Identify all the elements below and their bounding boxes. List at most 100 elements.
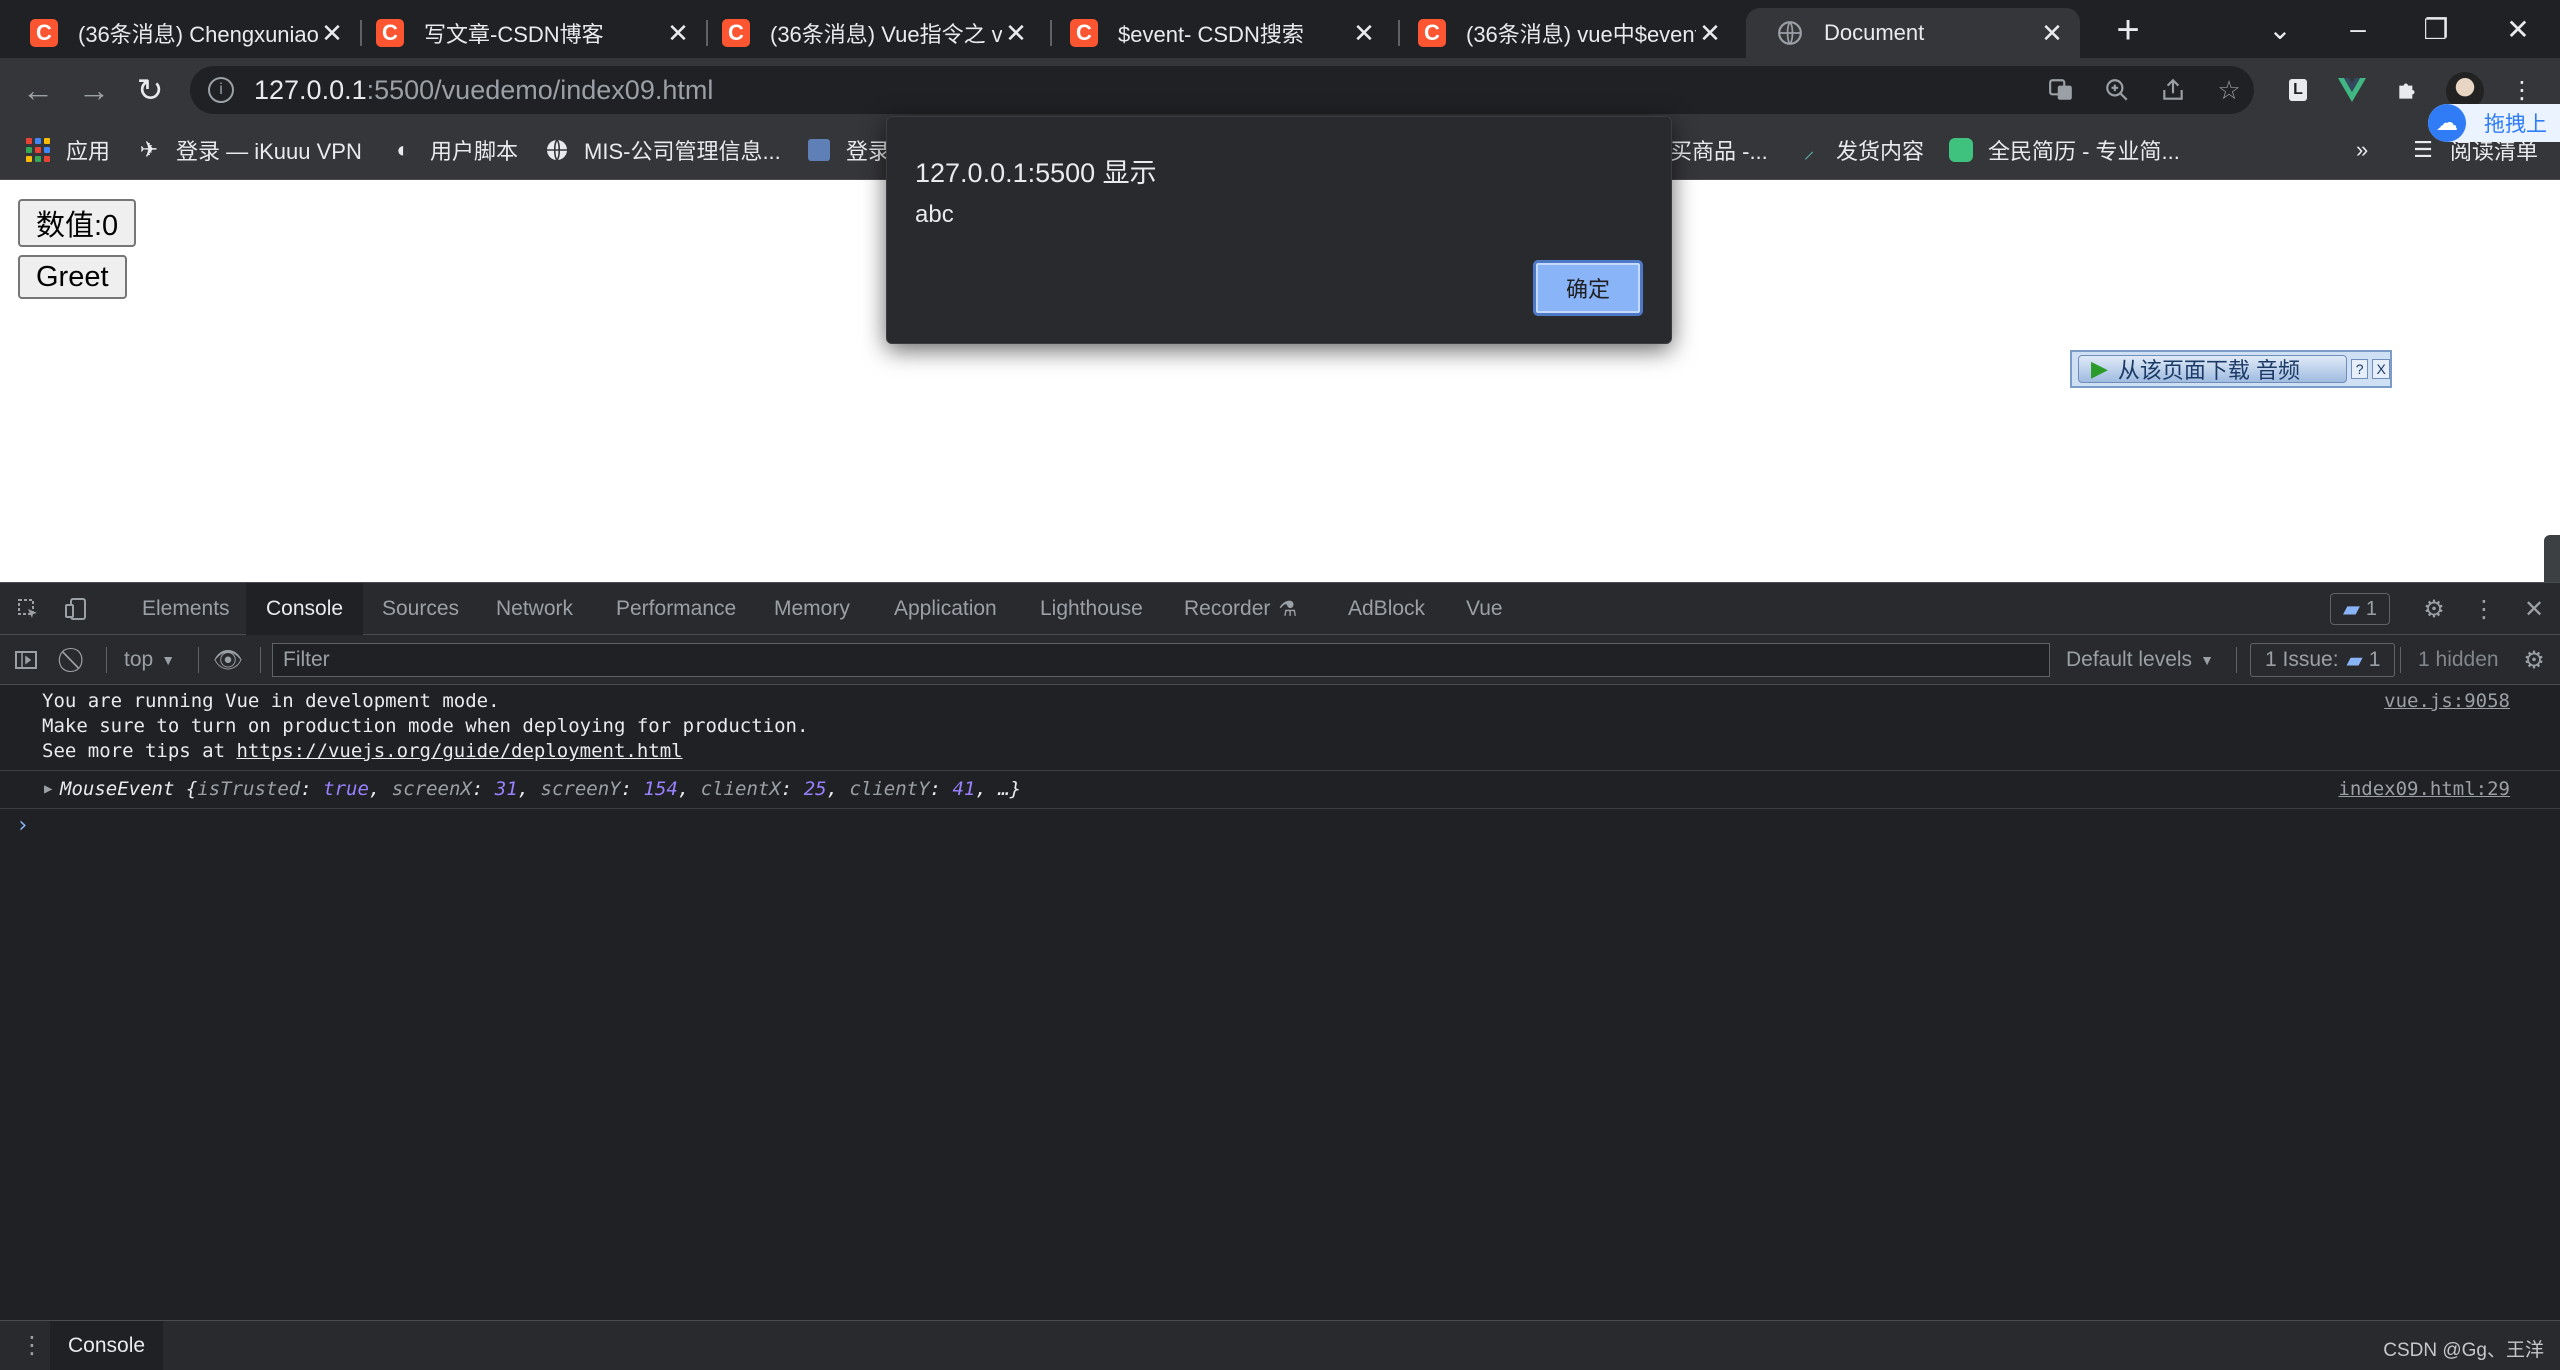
share-icon[interactable]	[2156, 73, 2190, 107]
context-selector[interactable]: top ▼	[124, 635, 175, 685]
greet-button[interactable]: Greet	[18, 255, 127, 299]
divider	[106, 647, 107, 673]
close-icon[interactable]: ✕	[1696, 18, 1724, 48]
leaf-icon: ⸝	[1803, 138, 1815, 163]
bookmark-userscript[interactable]: ◐ 用户脚本	[390, 122, 518, 178]
bookmark-shipping[interactable]: ⸝ 发货内容	[1796, 122, 1924, 178]
console-message: You are running Vue in development mode.…	[0, 685, 2560, 771]
divider	[198, 647, 199, 673]
issues-counter[interactable]: 1 Issue: ▰ 1	[2250, 643, 2396, 677]
count-button[interactable]: 数值:0	[18, 199, 137, 247]
close-download-bar-button[interactable]: X	[2372, 359, 2390, 379]
bookmarks-overflow[interactable]: »	[2356, 122, 2368, 178]
alert-dialog: 127.0.0.1:5500 显示 abc 确定	[886, 116, 1672, 344]
reading-list-icon: ☰	[2413, 137, 2433, 162]
cloud-upload-label: 拖拽上	[2484, 113, 2547, 136]
tab-search-icon[interactable]: ⌄	[2240, 0, 2320, 58]
log-levels-dropdown[interactable]: Default levels ▼	[2066, 635, 2214, 685]
tab-recorder[interactable]: Recorder ⚗	[1164, 583, 1317, 635]
browser-tab-active[interactable]: Document ✕	[1746, 8, 2080, 58]
settings-gear-icon[interactable]: ⚙	[2418, 593, 2450, 625]
browser-tab[interactable]: C $event- CSDN搜索 ✕	[1040, 8, 1392, 58]
extensions-puzzle-icon[interactable]	[2390, 72, 2426, 108]
translate-icon[interactable]	[2044, 73, 2078, 107]
console-line: You are running Vue in development mode.	[42, 690, 500, 712]
cloud-icon: ☁	[2428, 104, 2466, 142]
bookmark-ikuuu[interactable]: ✈ 登录 — iKuuu VPN	[136, 122, 362, 178]
minimize-icon[interactable]: –	[2318, 0, 2398, 58]
expand-triangle-icon[interactable]: ▶	[44, 777, 52, 802]
globe-icon	[544, 137, 570, 163]
help-button[interactable]: ?	[2350, 359, 2369, 379]
console-settings-gear-icon[interactable]: ⚙	[2518, 644, 2550, 676]
issues-badge[interactable]: ▰ 1	[2330, 593, 2390, 625]
bookmark-apps[interactable]: 应用	[26, 122, 110, 178]
window-close-icon[interactable]: ✕	[2478, 0, 2558, 58]
reload-icon[interactable]: ↻	[130, 70, 170, 110]
vue-devtools-icon[interactable]	[2334, 72, 2370, 108]
console-filter-input[interactable]: Filter	[272, 643, 2050, 677]
tab-performance[interactable]: Performance	[596, 583, 756, 635]
source-link[interactable]: vue.js:9058	[2384, 689, 2510, 714]
tab-console[interactable]: Console	[246, 583, 364, 635]
clear-console-icon[interactable]: ⃠	[60, 644, 92, 676]
bookmark-mis[interactable]: MIS-公司管理信息...	[544, 122, 781, 178]
tab-network[interactable]: Network	[476, 583, 593, 635]
zoom-icon[interactable]	[2100, 73, 2134, 107]
mouse-event-object[interactable]: MouseEvent {isTrusted: true, screenX: 31…	[0, 777, 2560, 802]
tab-sources[interactable]: Sources	[362, 583, 479, 635]
close-icon[interactable]: ✕	[2038, 18, 2066, 48]
source-link[interactable]: index09.html:29	[2338, 777, 2510, 802]
console-output: You are running Vue in development mode.…	[0, 685, 2560, 843]
tab-lighthouse[interactable]: Lighthouse	[1020, 583, 1163, 635]
bookmark-goods[interactable]: 买商品 -...	[1670, 122, 1768, 178]
inspect-element-icon[interactable]	[12, 593, 44, 625]
drawer-menu-icon[interactable]: ⋮	[20, 1331, 44, 1360]
browser-tab[interactable]: C (36条消息) Vue指令之 v- ✕	[692, 8, 1044, 58]
dropdown-arrow-icon: ▼	[2200, 652, 2214, 668]
new-tab-icon[interactable]: +	[2108, 8, 2148, 52]
watermark: CSDN @Gg、王洋	[2383, 1340, 2544, 1361]
forward-icon[interactable]: →	[74, 70, 114, 110]
bookmark-resume[interactable]: 全民简历 - 专业简...	[1948, 122, 2180, 178]
device-toolbar-icon[interactable]	[60, 593, 92, 625]
back-icon[interactable]: ←	[18, 70, 58, 110]
cloud-upload-widget[interactable]: ☁ 拖拽上	[2428, 104, 2560, 142]
live-expression-eye-icon[interactable]: 👁	[212, 644, 244, 676]
drawer-tab-console[interactable]: Console	[50, 1321, 164, 1370]
close-icon[interactable]: ✕	[1002, 18, 1030, 48]
extension-l-icon[interactable]: L	[2280, 72, 2316, 108]
bookmark-login[interactable]: 登录	[806, 122, 890, 178]
tab-memory[interactable]: Memory	[754, 583, 870, 635]
tab-application[interactable]: Application	[874, 583, 1017, 635]
url-text[interactable]: 127.0.0.1:5500/vuedemo/index09.html	[254, 75, 713, 106]
browser-tab[interactable]: C (36条消息) vue中$event ✕	[1388, 8, 1738, 58]
close-icon[interactable]: ✕	[318, 18, 346, 48]
tab-vue[interactable]: Vue	[1446, 583, 1523, 635]
vpn-icon: ✈	[139, 137, 159, 162]
close-icon[interactable]: ✕	[1350, 18, 1378, 48]
sidebar-toggle-icon[interactable]	[10, 644, 42, 676]
tab-elements[interactable]: Elements	[122, 583, 250, 635]
devtools-menu-icon[interactable]: ⋮	[2468, 593, 2500, 625]
alert-ok-button[interactable]: 确定	[1533, 260, 1643, 316]
hidden-count: 1 hidden	[2418, 648, 2499, 671]
resume-icon	[1948, 137, 1974, 163]
tab-title: Document	[1824, 20, 1925, 45]
restore-icon[interactable]: ❐	[2396, 0, 2476, 58]
site-info-icon[interactable]: i	[208, 77, 234, 103]
browser-tab[interactable]: C 写文章-CSDN博客 ✕	[346, 8, 706, 58]
console-message-object[interactable]: ▶ MouseEvent {isTrusted: true, screenX: …	[0, 771, 2560, 809]
console-prompt-row[interactable]: ›	[0, 809, 2560, 843]
menu-kebab-icon[interactable]: ⋮	[2504, 72, 2540, 108]
tab-adblock[interactable]: AdBlock	[1328, 583, 1445, 635]
download-media-button[interactable]: ▶ 从该页面下载 音频	[2078, 355, 2347, 383]
browser-tab[interactable]: C (36条消息) Chengxuniao ✕	[0, 8, 360, 58]
address-bar[interactable]: i 127.0.0.1:5500/vuedemo/index09.html ☆	[190, 66, 2254, 114]
close-icon[interactable]: ✕	[664, 18, 692, 48]
flask-icon: ⚗	[1278, 597, 1298, 621]
alert-message: abc	[915, 201, 954, 228]
bookmark-star-icon[interactable]: ☆	[2212, 73, 2246, 107]
close-devtools-icon[interactable]: ✕	[2518, 593, 2550, 625]
deployment-guide-link[interactable]: https://vuejs.org/guide/deployment.html	[236, 740, 682, 762]
